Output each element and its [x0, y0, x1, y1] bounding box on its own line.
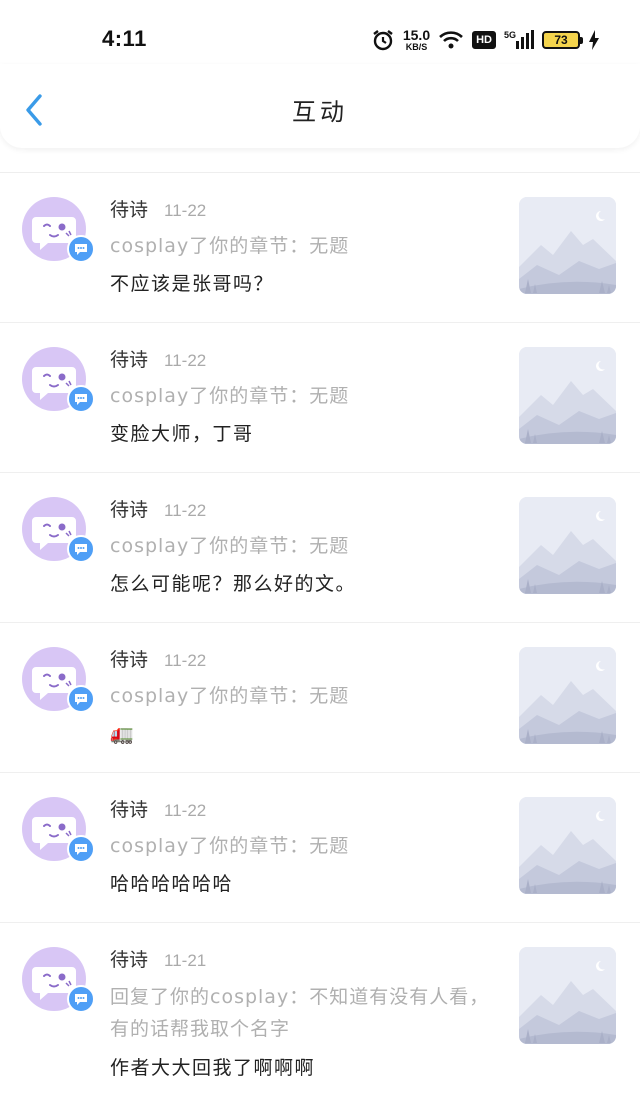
item-date: 11-22	[164, 201, 207, 220]
item-date: 11-21	[164, 951, 207, 970]
item-content: 待诗 11-22 cosplay了你的章节：无题 怎么可能呢？那么好的文。	[110, 495, 500, 597]
comment-badge-icon	[67, 985, 95, 1013]
user-name[interactable]: 待诗	[110, 195, 148, 222]
avatar[interactable]	[22, 497, 95, 569]
item-action: cosplay了你的章节：无题	[110, 535, 350, 557]
item-date: 11-22	[164, 501, 207, 520]
item-comment: 变脸大师，丁哥	[110, 423, 254, 445]
item-comment: 哈哈哈哈哈哈	[110, 873, 234, 895]
item-content: 待诗 11-21 回复了你的cosplay：不知道有没有人看，有的话帮我取个名字…	[110, 945, 500, 1081]
avatar[interactable]	[22, 947, 95, 1019]
alarm-icon	[371, 28, 395, 52]
chapter-thumbnail[interactable]	[519, 497, 616, 594]
list-item[interactable]: 待诗 11-22 cosplay了你的章节：无题 哈哈哈哈哈哈	[0, 773, 640, 923]
item-comment: 不应该是张哥吗？	[110, 273, 275, 295]
user-name[interactable]: 待诗	[110, 795, 148, 822]
network-speed: 15.0 KB/S	[403, 28, 430, 52]
item-comment: 怎么可能呢？那么好的文。	[110, 573, 357, 595]
hd-icon: HD	[472, 31, 496, 49]
item-action: cosplay了你的章节：无题	[110, 835, 350, 857]
item-comment: 🚛	[110, 723, 136, 745]
list-item[interactable]: 待诗 11-22 cosplay了你的章节：无题 怎么可能呢？那么好的文。	[0, 473, 640, 623]
chapter-thumbnail[interactable]	[519, 947, 616, 1044]
comment-badge-icon	[67, 385, 95, 413]
user-name[interactable]: 待诗	[110, 345, 148, 372]
item-date: 11-22	[164, 801, 207, 820]
comment-badge-icon	[67, 535, 95, 563]
battery-icon: 73	[542, 31, 583, 49]
avatar[interactable]	[22, 347, 95, 419]
item-date: 11-22	[164, 351, 207, 370]
list-item[interactable]: 待诗 11-22 cosplay了你的章节：无题 不应该是张哥吗？	[0, 173, 640, 323]
user-name[interactable]: 待诗	[110, 495, 148, 522]
speed-value: 15.0	[402, 27, 431, 43]
avatar[interactable]	[22, 197, 95, 269]
status-time: 4:11	[102, 26, 147, 51]
list-item[interactable]: 待诗 11-22 cosplay了你的章节：无题 🚛	[0, 623, 640, 773]
list-item[interactable]: 待诗 11-21 回复了你的cosplay：不知道有没有人看，有的话帮我取个名字…	[0, 923, 640, 1098]
interaction-list: 待诗 11-22 cosplay了你的章节：无题 不应该是张哥吗？ 待诗 11-…	[0, 173, 640, 1098]
item-action: 回复了你的cosplay：不知道有没有人看，有的话帮我取个名字	[110, 986, 490, 1040]
avatar[interactable]	[22, 797, 95, 869]
item-content: 待诗 11-22 cosplay了你的章节：无题 变脸大师，丁哥	[110, 345, 500, 447]
svg-text:5G: 5G	[504, 30, 516, 40]
item-comment: 作者大大回我了啊啊啊	[110, 1057, 316, 1079]
comment-badge-icon	[67, 685, 95, 713]
speed-unit: KB/S	[405, 42, 428, 52]
chapter-thumbnail[interactable]	[519, 197, 616, 294]
chapter-thumbnail[interactable]	[519, 797, 616, 894]
item-date: 11-22	[164, 651, 207, 670]
page-title: 互动	[292, 98, 348, 126]
item-action: cosplay了你的章节：无题	[110, 685, 350, 707]
status-icons: 15.0 KB/S HD 5G 73	[371, 24, 600, 56]
avatar[interactable]	[22, 647, 95, 719]
wifi-icon	[438, 29, 464, 51]
charging-icon	[588, 29, 600, 51]
item-content: 待诗 11-22 cosplay了你的章节：无题 不应该是张哥吗？	[110, 195, 500, 297]
chapter-thumbnail[interactable]	[519, 647, 616, 744]
item-action: cosplay了你的章节：无题	[110, 385, 350, 407]
user-name[interactable]: 待诗	[110, 645, 148, 672]
top-nav-bar: 互动	[0, 64, 640, 148]
comment-badge-icon	[67, 235, 95, 263]
chapter-thumbnail[interactable]	[519, 347, 616, 444]
item-content: 待诗 11-22 cosplay了你的章节：无题 哈哈哈哈哈哈	[110, 795, 500, 897]
item-action: cosplay了你的章节：无题	[110, 235, 350, 257]
list-item[interactable]: 待诗 11-22 cosplay了你的章节：无题 变脸大师，丁哥	[0, 323, 640, 473]
comment-badge-icon	[67, 835, 95, 863]
signal-5g-icon: 5G	[504, 29, 534, 51]
user-name[interactable]: 待诗	[110, 945, 148, 972]
item-content: 待诗 11-22 cosplay了你的章节：无题 🚛	[110, 645, 500, 747]
